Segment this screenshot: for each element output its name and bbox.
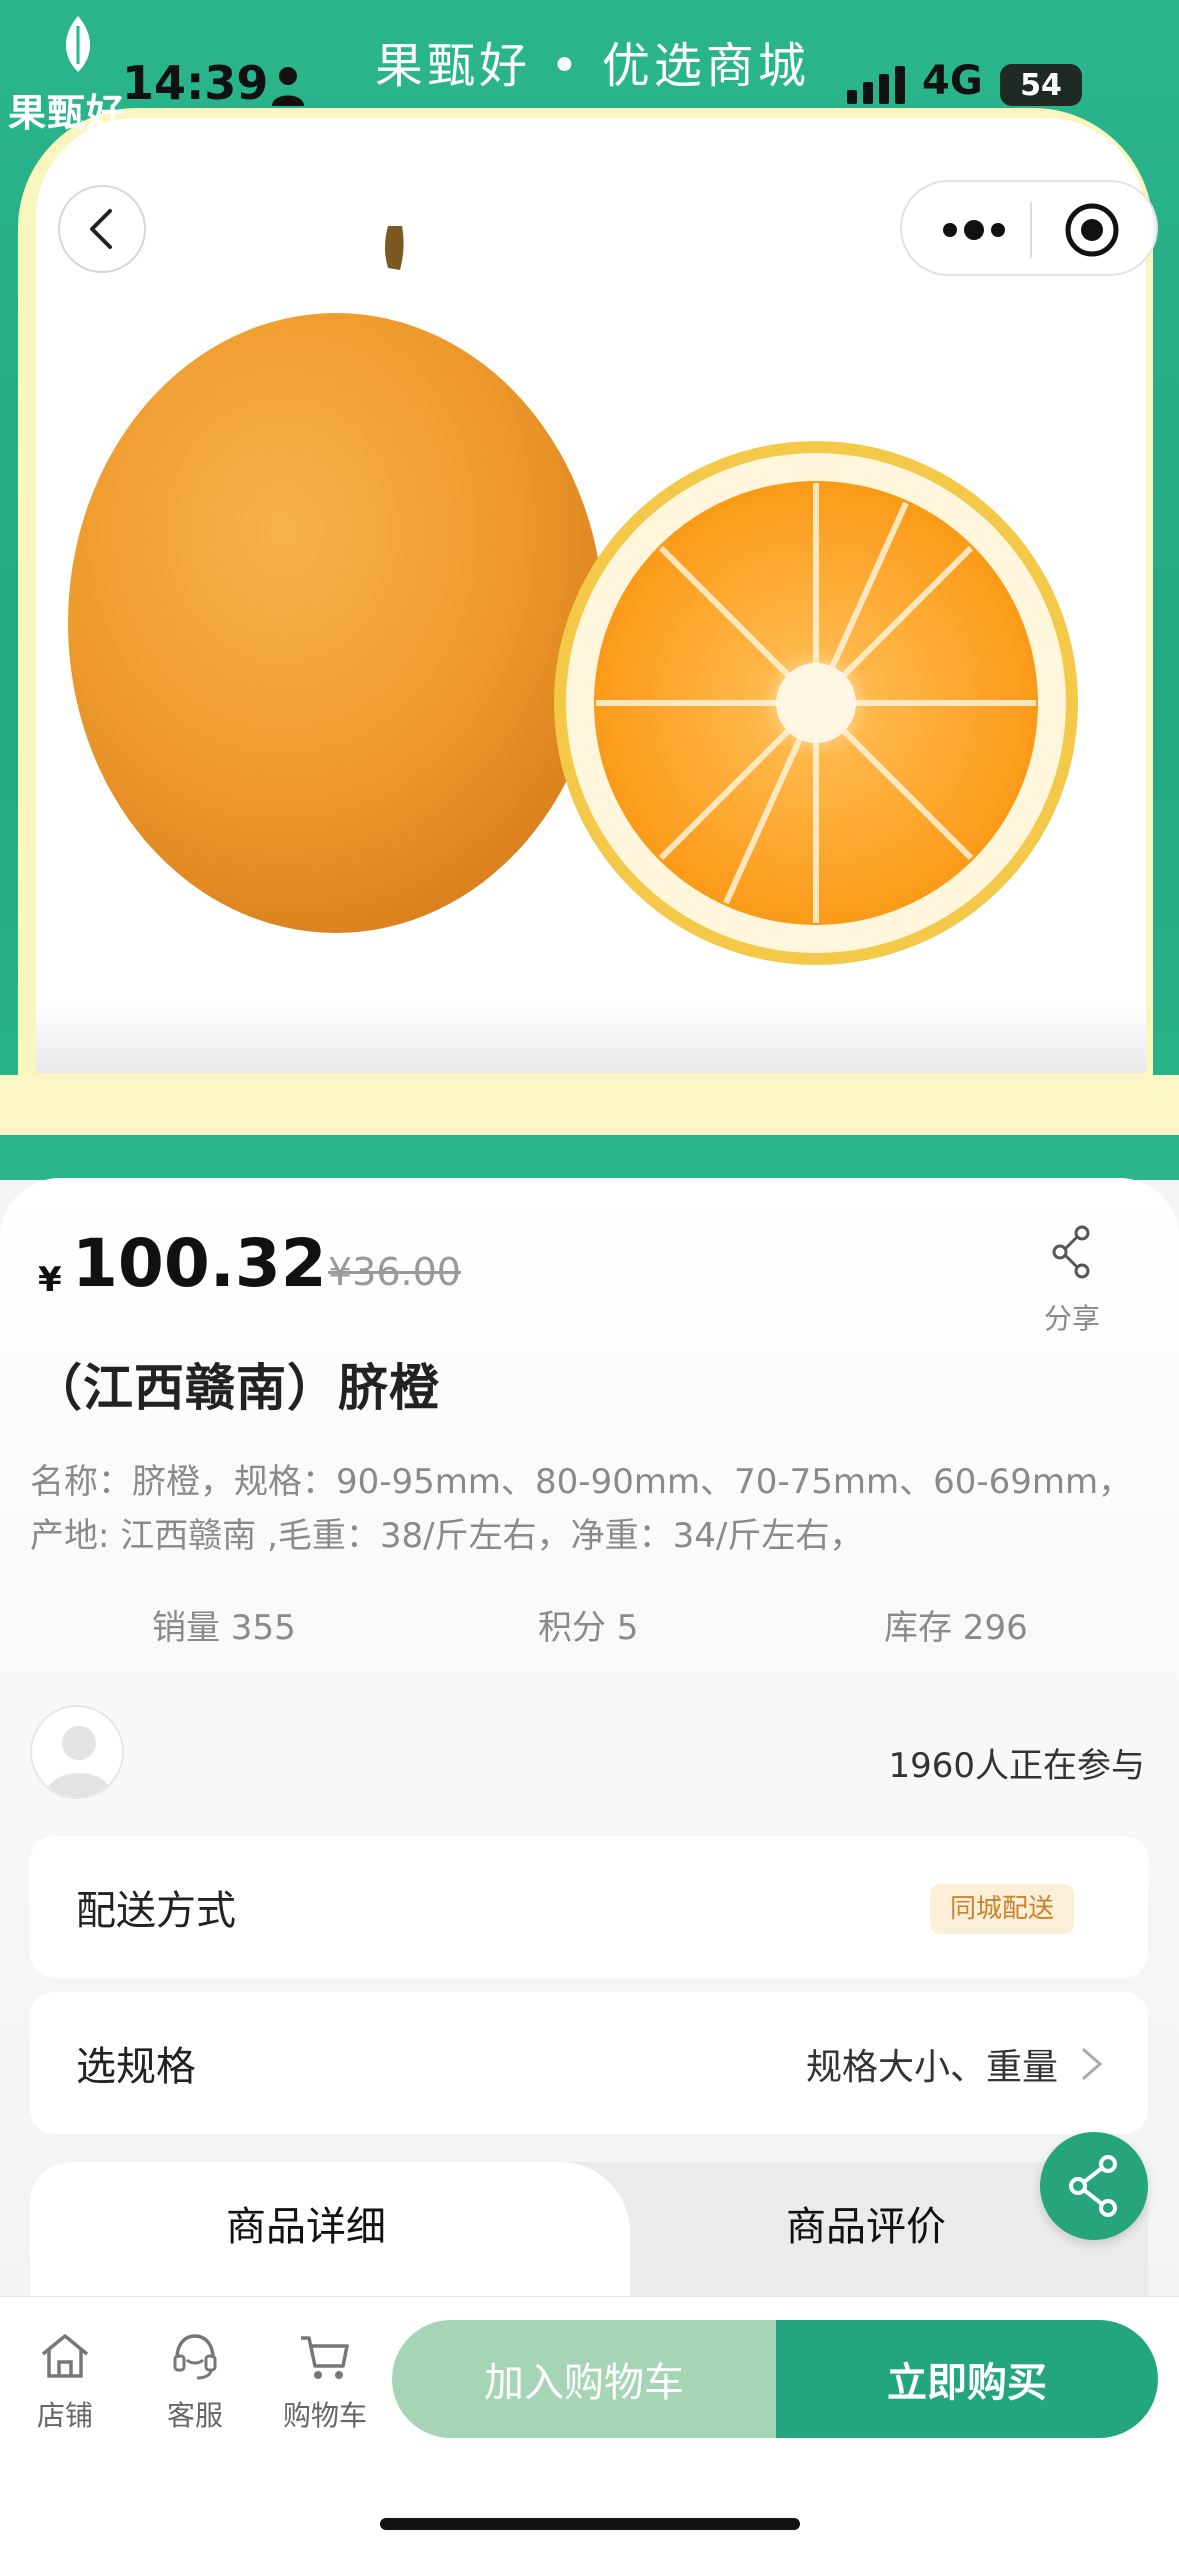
select-spec-row[interactable]: 选规格 规格大小、重量 (30, 1992, 1148, 2134)
delivery-method-row[interactable]: 配送方式 同城配送 (30, 1836, 1148, 1978)
hero-banner: 果甄好 果甄好 • 优选商城 14:39 4G 54 (0, 0, 1179, 1180)
original-price: ¥36.00 (328, 1250, 461, 1294)
nav-service[interactable]: 客服 (140, 2328, 250, 2434)
delivery-label: 配送方式 (76, 1888, 236, 1934)
avatar (30, 1705, 124, 1799)
add-to-cart-button[interactable]: 加入购物车 (392, 2320, 776, 2438)
share-icon (1052, 1225, 1090, 1279)
chevron-right-icon (1082, 2048, 1103, 2080)
banner-title: 果甄好 • 优选商城 (375, 38, 810, 94)
points: 积分 5 (538, 1608, 639, 1648)
back-button[interactable] (58, 185, 146, 273)
tab-reviews[interactable]: 商品评价 (786, 2194, 946, 2252)
signal-icon (847, 66, 905, 104)
buy-now-button[interactable]: 立即购买 (776, 2320, 1158, 2438)
price-currency: ¥ (38, 1260, 62, 1300)
spec-label: 选规格 (76, 2044, 196, 2090)
battery-icon: 54 (1000, 64, 1082, 106)
floating-share-button[interactable] (1040, 2132, 1148, 2240)
home-indicator[interactable] (380, 2518, 800, 2530)
status-time: 14:39 (122, 56, 269, 110)
nav-cart[interactable]: 购物车 (270, 2328, 380, 2434)
product-description: 名称：脐橙，规格：90-95mm、80-90mm、70-75mm、60-69mm… (30, 1462, 1133, 1556)
network-type: 4G (922, 58, 983, 104)
chevron-left-icon (90, 209, 112, 249)
brand-name: 果甄好 (8, 91, 126, 135)
participant-count: 1960人正在参与 (888, 1746, 1145, 1786)
miniapp-capsule (900, 180, 1158, 276)
nav-cart-label: 购物车 (282, 2399, 367, 2432)
detail-tabs: 商品详细 商品评价 (30, 2162, 1148, 2302)
stock: 库存 296 (884, 1608, 1028, 1648)
leaf-icon (65, 16, 91, 72)
user-avatar-icon (46, 1726, 112, 1797)
price: 100.32 (72, 1225, 327, 1302)
share-button[interactable]: 分享 (1032, 1225, 1112, 1345)
nav-store[interactable]: 店铺 (10, 2328, 120, 2434)
cart-icon (301, 2336, 349, 2379)
headset-icon (173, 2334, 217, 2380)
delivery-tag: 同城配送 (929, 1884, 1074, 1934)
target-icon[interactable] (1062, 200, 1122, 260)
sales-count: 销量 355 (152, 1608, 296, 1648)
banner-strip (0, 1075, 1179, 1135)
more-dots-icon[interactable] (934, 208, 1014, 252)
tab-details[interactable]: 商品详细 (226, 2194, 386, 2252)
nav-store-label: 店铺 (36, 2399, 93, 2432)
spec-value: 规格大小、重量 (805, 2047, 1058, 2088)
share-icon (1069, 2155, 1117, 2217)
share-label: 分享 (1043, 1302, 1100, 1335)
home-icon (41, 2334, 89, 2378)
nav-service-label: 客服 (166, 2399, 223, 2432)
person-icon (272, 67, 304, 106)
product-title: （江西赣南）脐橙 (32, 1359, 440, 1417)
